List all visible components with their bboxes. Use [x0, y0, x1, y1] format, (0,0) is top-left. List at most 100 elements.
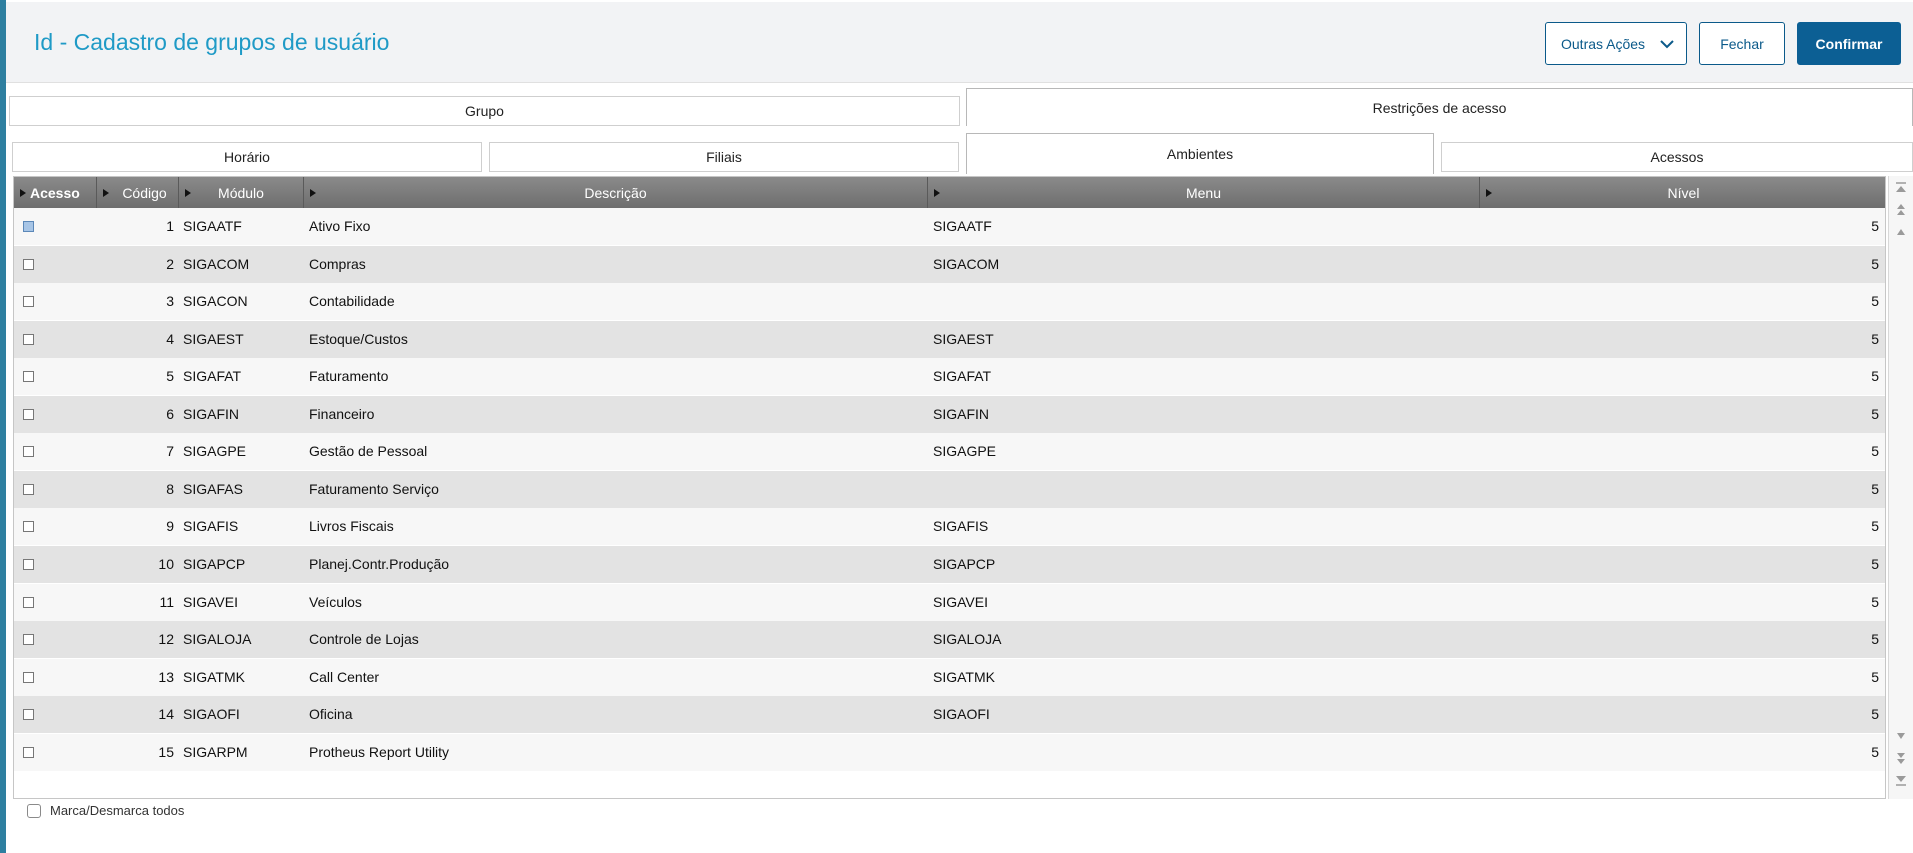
- cell-descricao: Faturamento: [309, 368, 389, 384]
- row-access-checkbox[interactable]: [23, 446, 34, 457]
- scroll-up-icon[interactable]: [1893, 224, 1909, 240]
- table-row[interactable]: 15 SIGARPM Protheus Report Utility 5: [14, 734, 1885, 771]
- cell-codigo: 1: [166, 218, 174, 234]
- table-row[interactable]: 8 SIGAFAS Faturamento Serviço 5: [14, 471, 1885, 508]
- row-access-checkbox[interactable]: [23, 709, 34, 720]
- row-access-checkbox[interactable]: [23, 484, 34, 495]
- cell-nivel: 5: [1871, 331, 1879, 347]
- column-header-descricao-label: Descrição: [584, 184, 647, 201]
- fechar-button[interactable]: Fechar: [1699, 22, 1785, 65]
- cell-codigo: 2: [166, 256, 174, 272]
- cell-nivel: 5: [1871, 518, 1879, 534]
- column-header-acesso[interactable]: Acesso: [14, 177, 97, 208]
- row-access-checkbox[interactable]: [23, 409, 34, 420]
- scroll-to-bottom-icon[interactable]: [1893, 772, 1909, 788]
- cell-modulo: SIGACON: [183, 293, 248, 309]
- chevron-down-icon: [1660, 40, 1674, 49]
- table-row[interactable]: 13 SIGATMK Call Center SIGATMK 5: [14, 659, 1885, 696]
- cell-codigo: 7: [166, 443, 174, 459]
- row-access-checkbox[interactable]: [23, 334, 34, 345]
- outras-acoes-button[interactable]: Outras Ações: [1545, 22, 1687, 65]
- cell-nivel: 5: [1871, 368, 1879, 384]
- cell-menu: SIGAFIN: [933, 406, 990, 422]
- cell-menu: SIGAPCP: [933, 556, 996, 572]
- grid-vertical-scrollbar[interactable]: [1888, 176, 1913, 799]
- tab-restricoes-de-acesso[interactable]: Restrições de acesso: [966, 88, 1913, 126]
- table-row[interactable]: 2 SIGACOM Compras SIGACOM 5: [14, 246, 1885, 283]
- row-access-checkbox[interactable]: [23, 221, 34, 232]
- row-access-checkbox[interactable]: [23, 597, 34, 608]
- row-access-checkbox[interactable]: [23, 559, 34, 570]
- table-row[interactable]: 14 SIGAOFI Oficina SIGAOFI 5: [14, 696, 1885, 733]
- cell-codigo: 3: [166, 293, 174, 309]
- column-header-menu[interactable]: Menu: [928, 177, 1480, 208]
- table-row[interactable]: 9 SIGAFIS Livros Fiscais SIGAFIS 5: [14, 508, 1885, 545]
- cell-codigo: 11: [159, 594, 174, 610]
- cell-codigo: 14: [158, 706, 174, 722]
- row-access-checkbox[interactable]: [23, 296, 34, 307]
- cell-nivel: 5: [1871, 293, 1879, 309]
- row-access-checkbox[interactable]: [23, 259, 34, 270]
- cell-codigo: 5: [166, 368, 174, 384]
- cell-menu: SIGACOM: [933, 256, 1000, 272]
- cell-modulo: SIGARPM: [183, 744, 248, 760]
- marca-desmarca-todos[interactable]: Marca/Desmarca todos: [27, 803, 184, 818]
- cell-nivel: 5: [1871, 706, 1879, 722]
- cell-menu: [933, 734, 1473, 771]
- cell-descricao: Faturamento Serviço: [309, 481, 439, 497]
- table-row[interactable]: 5 SIGAFAT Faturamento SIGAFAT 5: [14, 358, 1885, 395]
- table-row[interactable]: 7 SIGAGPE Gestão de Pessoal SIGAGPE 5: [14, 433, 1885, 470]
- cell-nivel: 5: [1871, 669, 1879, 685]
- cell-menu: SIGAFIS: [933, 518, 989, 534]
- marca-desmarca-label: Marca/Desmarca todos: [50, 803, 185, 818]
- subtab-ambientes[interactable]: Ambientes: [966, 133, 1434, 174]
- confirmar-button[interactable]: Confirmar: [1797, 22, 1901, 65]
- cell-codigo: 4: [166, 331, 174, 347]
- subtab-horario[interactable]: Horário: [12, 142, 482, 172]
- column-header-acesso-label: Acesso: [30, 184, 80, 201]
- cell-descricao: Financeiro: [309, 406, 375, 422]
- column-header-modulo[interactable]: Módulo: [179, 177, 304, 208]
- cell-descricao: Oficina: [309, 706, 353, 722]
- table-row[interactable]: 4 SIGAEST Estoque/Custos SIGAEST 5: [14, 321, 1885, 358]
- cell-modulo: SIGAFIS: [183, 518, 239, 534]
- cell-nivel: 5: [1871, 218, 1879, 234]
- cell-codigo: 12: [158, 631, 174, 647]
- column-header-nivel[interactable]: Nível: [1480, 177, 1885, 208]
- cell-descricao: Ativo Fixo: [309, 218, 371, 234]
- marca-desmarca-checkbox[interactable]: [27, 803, 41, 818]
- cell-descricao: Estoque/Custos: [309, 331, 408, 347]
- cell-modulo: SIGALOJA: [183, 631, 252, 647]
- cell-modulo: SIGAVEI: [183, 594, 238, 610]
- table-row[interactable]: 1 SIGAATF Ativo Fixo SIGAATF 5: [14, 208, 1885, 245]
- cell-descricao: Call Center: [309, 669, 380, 685]
- table-row[interactable]: 12 SIGALOJA Controle de Lojas SIGALOJA 5: [14, 621, 1885, 658]
- cell-modulo: SIGAFAT: [183, 368, 242, 384]
- row-access-checkbox[interactable]: [23, 521, 34, 532]
- cell-descricao: Compras: [309, 256, 366, 272]
- column-header-nivel-label: Nível: [1667, 184, 1700, 201]
- cell-nivel: 5: [1871, 744, 1879, 760]
- page-up-icon[interactable]: [1893, 202, 1909, 218]
- tab-grupo[interactable]: Grupo: [9, 96, 960, 126]
- row-access-checkbox[interactable]: [23, 371, 34, 382]
- table-row[interactable]: 11 SIGAVEI Veículos SIGAVEI 5: [14, 584, 1885, 621]
- cell-descricao: Controle de Lojas: [309, 631, 419, 647]
- column-header-descricao[interactable]: Descrição: [304, 177, 928, 208]
- scroll-down-icon[interactable]: [1893, 728, 1909, 744]
- page-down-icon[interactable]: [1893, 750, 1909, 766]
- row-access-checkbox[interactable]: [23, 747, 34, 758]
- table-row[interactable]: 3 SIGACON Contabilidade 5: [14, 283, 1885, 320]
- table-row[interactable]: 10 SIGAPCP Planej.Contr.Produção SIGAPCP 5: [14, 546, 1885, 583]
- cell-menu: [933, 471, 1473, 508]
- subtab-acessos[interactable]: Acessos: [1441, 142, 1913, 172]
- column-header-codigo[interactable]: Código: [97, 177, 179, 208]
- row-access-checkbox[interactable]: [23, 634, 34, 645]
- table-row[interactable]: 6 SIGAFIN Financeiro SIGAFIN 5: [14, 396, 1885, 433]
- subtab-filiais[interactable]: Filiais: [489, 142, 959, 172]
- scroll-to-top-icon[interactable]: [1893, 180, 1909, 196]
- cell-menu: SIGATMK: [933, 669, 995, 685]
- cell-descricao: Planej.Contr.Produção: [309, 556, 450, 572]
- row-access-checkbox[interactable]: [23, 672, 34, 683]
- cell-modulo: SIGATMK: [183, 669, 245, 685]
